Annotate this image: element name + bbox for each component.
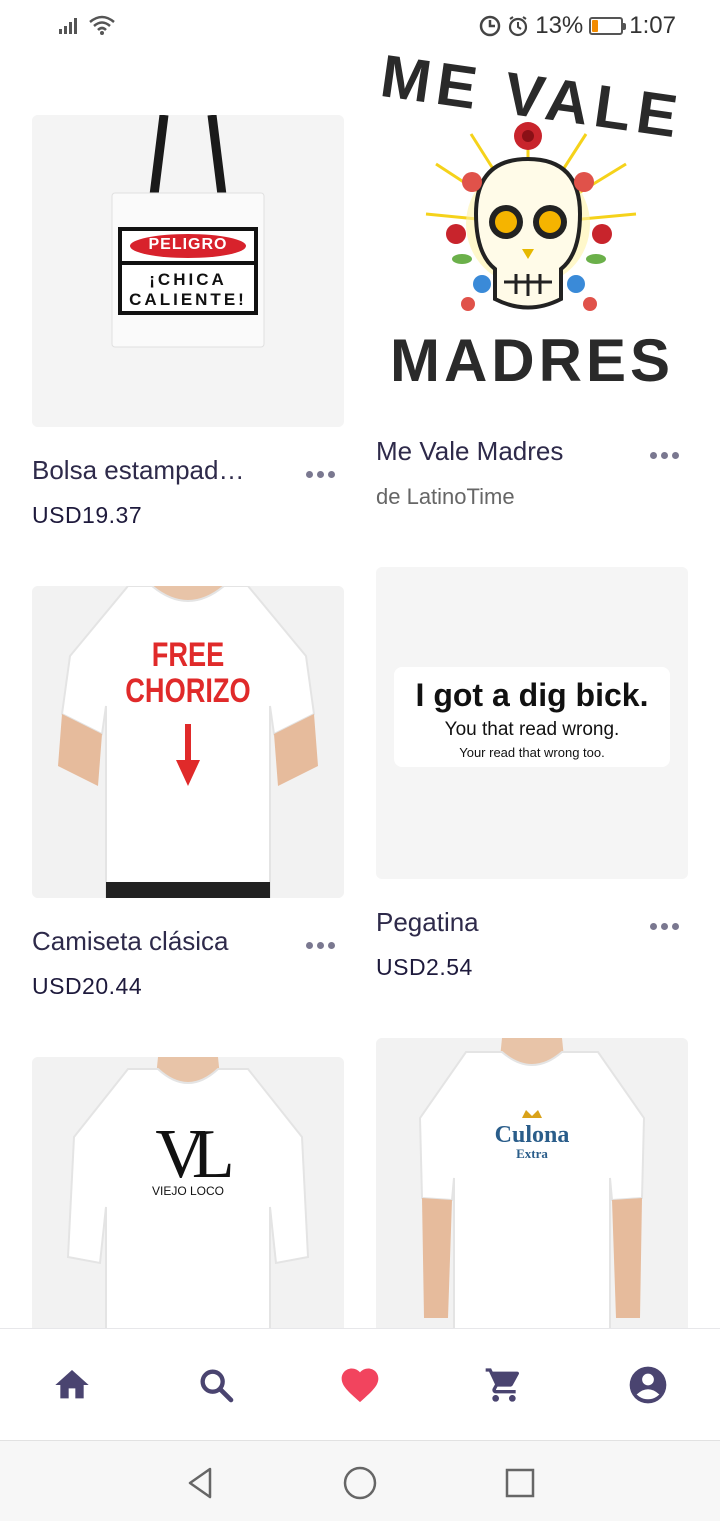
product-price: USD2.54 xyxy=(376,954,473,980)
product-grid: PELIGRO ¡CHICA CALIENTE! Bolsa estampad…… xyxy=(0,54,720,1328)
more-dot-icon xyxy=(305,470,313,478)
vl-caption: VIEJO LOCO xyxy=(151,1184,225,1198)
culona-logo: Culona xyxy=(494,1122,570,1148)
tote-sign-header: PELIGRO xyxy=(148,236,228,253)
status-bar: 13% 1:07 xyxy=(0,0,720,54)
tshirt-line1: FREE xyxy=(151,636,225,674)
more-dot-icon xyxy=(671,922,679,930)
system-navigation-bar xyxy=(0,1440,720,1521)
more-dot-icon xyxy=(671,451,679,459)
more-options-button[interactable] xyxy=(644,445,684,465)
skull-bottom-text: MADRES xyxy=(389,327,674,394)
signal-icon xyxy=(59,18,77,34)
heart-icon xyxy=(341,1368,379,1403)
more-options-button[interactable] xyxy=(300,464,340,484)
nav-home-button[interactable] xyxy=(50,1363,94,1407)
data-saver-icon xyxy=(479,15,501,37)
more-dot-icon xyxy=(327,941,335,949)
sticker-line3: Your read that wrong too. xyxy=(459,745,605,760)
product-image-tote[interactable]: PELIGRO ¡CHICA CALIENTE! xyxy=(32,115,344,427)
product-artist[interactable]: de LatinoTime xyxy=(376,484,515,510)
more-options-button[interactable] xyxy=(644,916,684,936)
alarm-icon xyxy=(509,16,528,37)
home-icon xyxy=(55,1370,89,1399)
back-icon[interactable] xyxy=(180,1463,220,1503)
search-icon xyxy=(200,1369,234,1403)
more-dot-icon xyxy=(649,451,657,459)
vl-logo: VL xyxy=(155,1116,234,1193)
home-circle-icon[interactable] xyxy=(340,1463,380,1503)
more-dot-icon xyxy=(305,941,313,949)
product-title[interactable]: Camiseta clásica xyxy=(32,926,272,957)
product-title[interactable]: Bolsa estampad… xyxy=(32,455,272,486)
nav-account-button[interactable] xyxy=(626,1363,670,1407)
wifi-icon xyxy=(89,15,115,35)
sticker-line2: You that read wrong. xyxy=(444,719,620,740)
recents-icon[interactable] xyxy=(500,1463,540,1503)
product-image-tshirt[interactable]: Culona Extra xyxy=(376,1038,688,1328)
sticker-line1: I got a dig bick. xyxy=(415,677,649,713)
product-price: USD19.37 xyxy=(32,502,143,528)
battery-percent: 13% xyxy=(535,12,584,39)
product-title[interactable]: Me Vale Madres xyxy=(376,436,616,467)
cart-icon xyxy=(485,1368,520,1402)
nav-favorites-button[interactable] xyxy=(338,1363,382,1407)
tshirt-line2: CHORIZO xyxy=(125,672,251,710)
more-dot-icon xyxy=(660,451,668,459)
tote-sign-line2: CALIENTE! xyxy=(129,290,247,309)
product-title[interactable]: Pegatina xyxy=(376,907,616,938)
more-options-button[interactable] xyxy=(300,935,340,955)
clock: 1:07 xyxy=(629,12,676,39)
bottom-navigation xyxy=(0,1328,720,1441)
battery-icon xyxy=(589,17,627,35)
product-price: USD20.44 xyxy=(32,973,143,999)
more-dot-icon xyxy=(660,922,668,930)
product-image-sticker[interactable]: I got a dig bick. You that read wrong. Y… xyxy=(376,567,688,879)
more-dot-icon xyxy=(649,922,657,930)
product-image-tshirt[interactable]: VL VIEJO LOCO xyxy=(32,1057,344,1328)
account-icon xyxy=(629,1366,667,1404)
more-dot-icon xyxy=(316,941,324,949)
product-image-skull[interactable]: ME VALE MADRES xyxy=(376,54,688,396)
tote-sign-line1: ¡CHICA xyxy=(149,270,227,289)
more-dot-icon xyxy=(327,470,335,478)
product-image-tshirt[interactable]: FREE CHORIZO xyxy=(32,586,344,898)
more-dot-icon xyxy=(316,470,324,478)
nav-search-button[interactable] xyxy=(194,1363,238,1407)
culona-caption: Extra xyxy=(516,1146,548,1161)
nav-cart-button[interactable] xyxy=(482,1363,526,1407)
